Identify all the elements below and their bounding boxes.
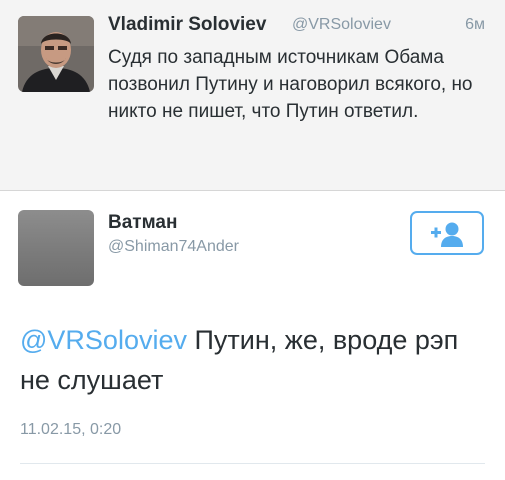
reply-date: 11.02.15, 0:20 xyxy=(20,421,122,438)
reply-avatar[interactable] xyxy=(18,210,94,286)
divider xyxy=(0,190,505,191)
reply-author-handle[interactable]: @Shiman74Ander xyxy=(108,238,239,256)
mention-link[interactable]: @VRSoloviev xyxy=(20,325,187,355)
avatar[interactable] xyxy=(18,16,94,92)
divider xyxy=(20,463,485,464)
reply-text: @VRSoloviev Путин, же, вроде рэп не слуш… xyxy=(20,320,490,400)
add-user-icon xyxy=(431,222,463,247)
avatar-photo xyxy=(18,16,94,92)
follow-button[interactable] xyxy=(410,211,484,255)
author-handle[interactable]: @VRSoloviev xyxy=(292,16,391,34)
tweet-timestamp: 6м xyxy=(465,16,485,33)
original-tweet[interactable]: Vladimir Soloviev @VRSoloviev 6м Судя по… xyxy=(0,0,505,190)
reply-author-name[interactable]: Ватман xyxy=(108,212,177,234)
author-name[interactable]: Vladimir Soloviev xyxy=(108,14,266,36)
tweet-text: Судя по западным источникам Обама позвон… xyxy=(108,47,473,122)
